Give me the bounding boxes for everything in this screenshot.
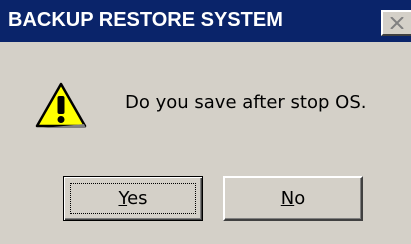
no-button-label: No bbox=[280, 188, 306, 209]
close-button[interactable] bbox=[381, 10, 411, 36]
yes-button[interactable]: Yes bbox=[63, 176, 203, 221]
yes-button-label: Yes bbox=[118, 188, 148, 209]
no-button[interactable]: No bbox=[223, 176, 363, 221]
close-icon bbox=[390, 17, 404, 29]
dialog-message: Do you save after stop OS. bbox=[125, 92, 367, 113]
title-bar[interactable]: BACKUP RESTORE SYSTEM bbox=[0, 0, 411, 42]
window-title: BACKUP RESTORE SYSTEM bbox=[8, 9, 283, 31]
warning-icon bbox=[35, 82, 87, 128]
message-dialog: BACKUP RESTORE SYSTEM Do you save after … bbox=[0, 0, 411, 244]
